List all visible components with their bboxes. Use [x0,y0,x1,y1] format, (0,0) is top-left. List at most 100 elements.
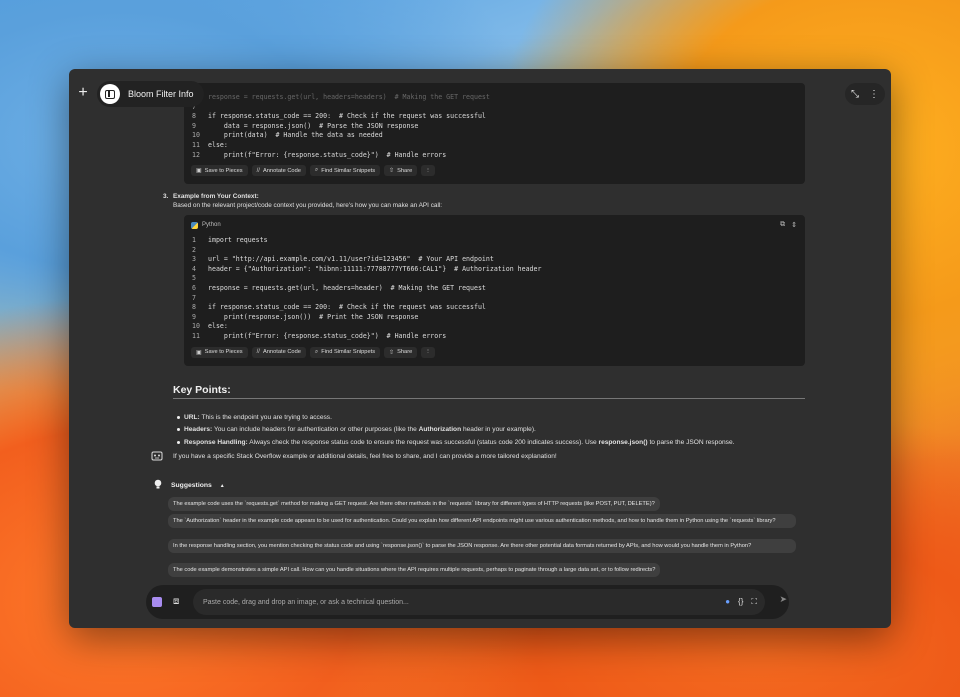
bullet-icon [177,415,180,419]
line-number: 4 [192,264,196,273]
more-actions-button[interactable]: ⋮ [421,165,435,177]
chat-title-chip[interactable]: Bloom Filter Info [97,81,204,107]
line-number: 10 [192,131,200,140]
expand-icon[interactable]: ⇕ [791,221,797,229]
save-to-pieces-button[interactable]: ▣ Save to Pieces [191,346,248,358]
code-lines-2: 1 import requests 2 3 url = "http://api.exam… [184,235,805,342]
code-block-2: Python ⧉ ⇕ 1 import requests 2 3 url = "http… [184,215,805,366]
window-actions: ⤡ ⋮ [845,83,885,105]
code-line: 8 if response.status_code == 200: # Check… [192,112,805,122]
code-actions-1: ▣ Save to Pieces //Annotate Code ⌕ Find Si… [184,160,805,182]
code-line: 9 data = response.json() # Parse the JSO… [192,122,805,132]
more-vertical-icon: ⋮ [425,349,431,356]
suggestions-title: Suggestions [171,482,212,489]
line-number: 3 [192,255,196,264]
screen-capture-icon[interactable]: ⛶ [751,597,757,607]
chat-input-field[interactable]: Paste code, drag and drop an image, or a… [193,589,765,615]
chat-content: response = requests.get(url, headers=hea… [69,69,891,577]
bullet-icon [177,428,180,432]
line-number: 7 [192,293,196,302]
input-actions: ● {} ⛶ [725,597,757,607]
code-text: print(f"Error: {response.status_code}") … [208,331,447,340]
line-number: 8 [192,112,196,121]
chat-input-bar: ⧈ Paste code, drag and drop an image, or… [146,585,789,619]
line-number: 11 [192,331,200,340]
code-header-actions: ⧉ ⇕ [780,221,797,229]
more-vertical-icon[interactable]: ⋮ [869,89,879,100]
share-icon: ⇧ [389,349,395,356]
line-number: 12 [192,150,200,159]
code-text: data = response.json() # Parse the JSON … [208,121,419,130]
find-similar-snippets-button[interactable]: ⌕ Find Similar Snippets [309,165,381,177]
bullet-icon [177,440,180,444]
code-text: else: [208,322,228,331]
code-line: 3 url = "http://api.example.com/v1.11/use… [192,255,805,265]
code-text: if response.status_code == 200: # Check … [208,112,486,121]
code-text: print(response.json()) # Print the JSON … [208,312,419,321]
copy-icon[interactable]: ⧉ [780,221,785,229]
code-lines-1: response = requests.get(url, headers=hea… [184,83,805,160]
line-number: 1 [192,236,196,244]
section-3-heading: 3. Example from Your Context: [163,193,259,200]
annotate-icon: // [256,167,260,174]
share-button[interactable]: ⇧ Share [384,165,418,177]
annotate-code-button[interactable]: //Annotate Code [251,346,306,358]
code-line: 1 import requests [192,236,805,246]
search-icon: ⌕ [314,167,319,174]
line-number: 10 [192,322,200,331]
code-line: 9 print(response.json()) # Print the JSO… [192,313,805,323]
code-line: 10 else: [192,322,805,332]
chat-title: Bloom Filter Info [128,89,194,99]
suggestions-toggle[interactable]: Suggestions ▲ [153,479,225,492]
code-block-1: response = requests.get(url, headers=hea… [184,83,805,184]
collapse-icon[interactable]: ⤡ [851,89,859,100]
line-number: 5 [192,274,196,283]
faded-code-line: response = requests.get(url, headers=hea… [208,93,490,101]
save-to-pieces-button[interactable]: ▣ Save to Pieces [191,165,248,177]
share-icon: ⇧ [389,168,395,175]
key-points-title: Key Points: [173,384,231,396]
code-line: 12 print(f"Error: {response.status_code}… [192,151,805,161]
lightbulb-icon[interactable]: ● [725,597,730,607]
image-attach-icon[interactable]: ⧈ [173,596,179,607]
find-similar-snippets-button[interactable]: ⌕ Find Similar Snippets [309,346,381,358]
code-line: 11 else: [192,141,805,151]
code-line: 7 [192,103,805,113]
code-braces-icon[interactable]: {} [738,597,743,607]
followup-message: If you have a specific Stack Overflow ex… [173,453,557,460]
code-language: Python [202,222,221,228]
key-point-response-handling: Response Handling: Always check the resp… [177,436,734,449]
suggestion-chip[interactable]: The code example demonstrates a simple A… [168,563,661,577]
save-icon: ▣ [196,349,202,356]
line-number: 11 [192,140,200,149]
annotate-icon: // [256,349,260,356]
suggestion-chip[interactable]: The example code uses the `requests.get`… [168,497,660,511]
code-text: else: [208,140,228,149]
code-block-header: Python [184,215,805,235]
assistant-avatar-icon [151,450,163,462]
code-line: 2 [192,246,805,256]
suggestion-chip[interactable]: In the response handling section, you me… [168,539,796,553]
send-icon[interactable]: ➤ [779,594,787,605]
search-icon: ⌕ [314,348,319,355]
new-chat-plus-icon[interactable]: + [75,85,91,101]
suggestion-chip[interactable]: The `Authorization` header in the exampl… [168,514,796,528]
more-actions-button[interactable]: ⋮ [421,346,435,358]
code-text: print(data) # Handle the data as needed [208,131,383,140]
python-icon [191,221,198,229]
app-window: response = requests.get(url, headers=hea… [69,69,891,628]
pieces-logo-icon[interactable] [152,597,162,607]
chat-input-placeholder: Paste code, drag and drop an image, or a… [203,598,409,606]
annotate-code-button[interactable]: //Annotate Code [251,165,306,177]
save-icon: ▣ [196,168,202,175]
section-3-title: Example from Your Context: [173,193,259,200]
key-points-list: URL: This is the endpoint you are trying… [177,411,734,449]
code-text: header = {"Authorization": "hibnn:11111:… [208,264,542,273]
sidebar-toggle-icon[interactable] [100,84,120,104]
code-line: 10 print(data) # Handle the data as need… [192,131,805,141]
code-text: url = "http://api.example.com/v1.11/user… [208,255,494,264]
code-line: 7 [192,294,805,304]
section-3-description: Based on the relevant project/code conte… [173,202,443,209]
code-line: 4 header = {"Authorization": "hibnn:11111… [192,265,805,275]
share-button[interactable]: ⇧ Share [384,346,418,358]
